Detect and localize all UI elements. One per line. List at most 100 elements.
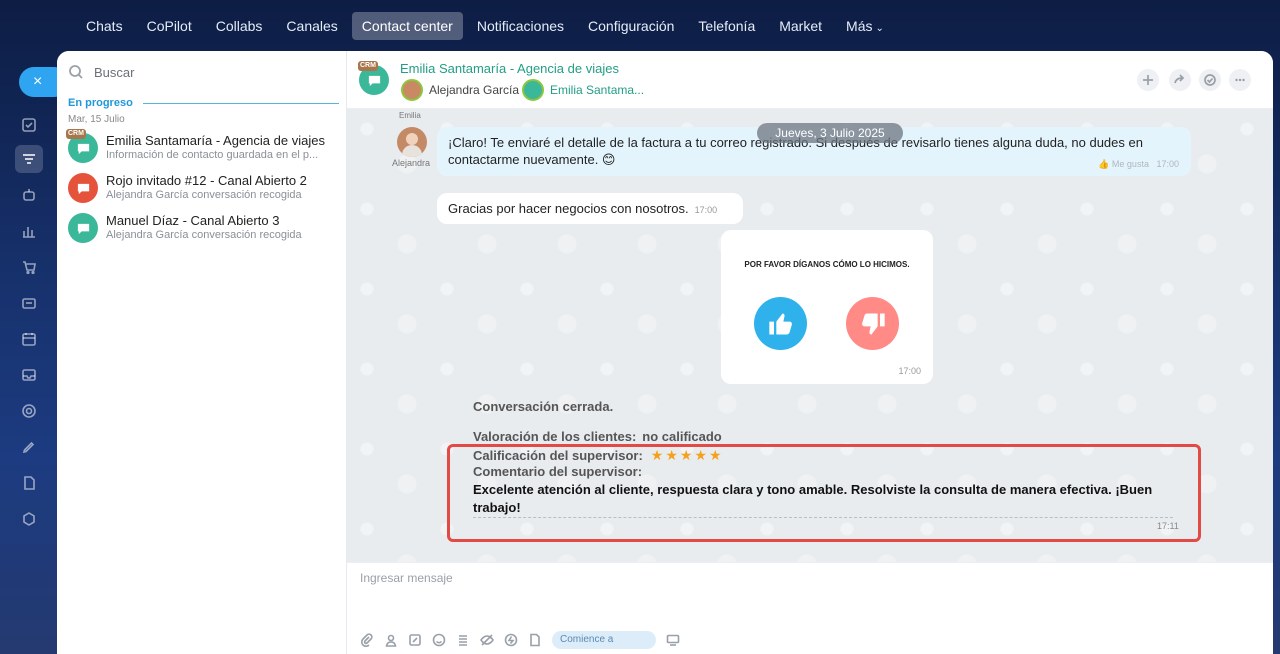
user-icon[interactable]: [384, 633, 398, 647]
search-bar: [68, 64, 314, 80]
conversation-closed-text: Conversación cerrada.: [473, 399, 614, 414]
message-time: 17:11: [1157, 521, 1179, 531]
nav-item-label: Telefonía: [698, 18, 756, 34]
section-date: Mar, 15 Julio: [68, 114, 125, 125]
message-input[interactable]: Ingresar mensaje: [360, 571, 453, 585]
nav-item-configuración[interactable]: Configuración: [578, 12, 684, 40]
tasks-icon[interactable]: [15, 111, 43, 139]
nav-item-label: Notificaciones: [476, 18, 565, 34]
thumbs-up-button[interactable]: [754, 297, 807, 350]
conversation-name: Emilia Santamaría - Agencia de viajes: [106, 133, 325, 148]
chat-bubble-icon: [368, 75, 380, 86]
date-divider: Jueves, 3 Julio 2025: [757, 123, 903, 143]
chat-bubble-icon: [77, 183, 89, 194]
conversation-preview: Alejandra García conversación recogida: [106, 229, 302, 241]
conversation-avatar: [68, 173, 98, 203]
conversation-preview: Alejandra García conversación recogida: [106, 189, 302, 201]
nav-item-label: Contact center: [361, 18, 453, 34]
nav-item-copilot[interactable]: CoPilot: [137, 12, 202, 40]
screen-icon[interactable]: [666, 633, 680, 647]
section-title: En progreso: [68, 97, 133, 109]
like-button[interactable]: 👍 Me gusta: [1098, 159, 1149, 169]
forward-button[interactable]: [1169, 69, 1191, 91]
chart-icon[interactable]: [15, 217, 43, 245]
attach-icon[interactable]: [360, 633, 374, 647]
chat-bubble-icon: [77, 223, 89, 234]
thumbs-down-button[interactable]: [846, 297, 899, 350]
robot-icon[interactable]: [15, 181, 43, 209]
file-icon[interactable]: [528, 633, 542, 647]
section-divider: [143, 103, 339, 104]
plus-icon: [1143, 75, 1153, 85]
supervisor-comment: Excelente atención al cliente, respuesta…: [473, 482, 1153, 515]
nav-item-label: Configuración: [588, 18, 675, 34]
document-icon[interactable]: [15, 469, 43, 497]
nav-item-canales[interactable]: Canales: [276, 12, 347, 40]
conversation-item[interactable]: CRM Emilia Santamaría - Agencia de viajes…: [66, 129, 343, 169]
forward-icon: [1174, 74, 1185, 84]
start-with-button[interactable]: Comience a: [552, 631, 656, 649]
more-button[interactable]: [1229, 69, 1251, 91]
cart-icon[interactable]: [15, 253, 43, 281]
conversation-name: Manuel Díaz - Canal Abierto 3: [106, 213, 280, 228]
lightning-icon[interactable]: [504, 633, 518, 647]
client-name-tag: Emilia: [399, 111, 421, 120]
supervisor-rating-stars: ★★★★★: [650, 447, 724, 463]
filter-icon[interactable]: [15, 145, 43, 173]
supervisor-comment-label: Comentario del supervisor:: [473, 464, 643, 479]
nav-item-label: Market: [779, 18, 823, 34]
search-input[interactable]: [94, 64, 314, 80]
message-time: 17:00: [694, 205, 718, 215]
thumbs-up-icon: [768, 313, 792, 334]
nav-item-collabs[interactable]: Collabs: [206, 12, 273, 40]
target-icon[interactable]: [15, 397, 43, 425]
edit-icon[interactable]: [408, 633, 422, 647]
nav-item-label: CoPilot: [146, 18, 192, 34]
finish-button[interactable]: [1199, 69, 1221, 91]
participant-agent-name[interactable]: Alejandra García: [429, 83, 519, 97]
pen-icon[interactable]: [15, 433, 43, 461]
participant-avatar-client[interactable]: [522, 79, 544, 101]
crm-badge: CRM: [358, 61, 378, 71]
nav-item-market[interactable]: Market: [769, 12, 832, 40]
chat-header: CRM Emilia Santamaría - Agencia de viaje…: [347, 51, 1273, 109]
template-icon[interactable]: [456, 633, 470, 647]
conversation-preview: Información de contacto guardada en el p…: [106, 149, 319, 161]
check-circle-icon: [1204, 74, 1216, 86]
nav-item-telefonía[interactable]: Telefonía: [688, 12, 765, 40]
left-icon-rail: ×: [0, 51, 69, 654]
card-icon[interactable]: [15, 289, 43, 317]
thumbs-down-icon: [861, 313, 885, 334]
cube-icon[interactable]: [15, 505, 43, 533]
main-panel: En progreso Mar, 15 Julio CRM Emilia Sant…: [57, 51, 1273, 654]
message-bubble-thanks[interactable]: Gracias por hacer negocios con nosotros.…: [437, 193, 743, 224]
composer-toolbar: Comience a: [360, 631, 680, 649]
nav-item-notificaciones[interactable]: Notificaciones: [467, 12, 574, 40]
conversation-item[interactable]: Rojo invitado #12 - Canal Abierto 2 Aleja…: [68, 171, 343, 209]
chat-title[interactable]: Emilia Santamaría - Agencia de viajes: [400, 61, 619, 76]
nav-item-chats[interactable]: Chats: [76, 12, 133, 40]
more-icon: [1235, 78, 1245, 82]
agent-avatar[interactable]: [397, 127, 427, 157]
nav-item-más[interactable]: Más ⌄: [836, 12, 894, 40]
participant-client-name[interactable]: Emilia Santama...: [550, 83, 644, 97]
add-user-button[interactable]: [1137, 69, 1159, 91]
nav-item-contact-center[interactable]: Contact center: [351, 12, 463, 40]
chat-messages[interactable]: Emilia Alejandra ¡Claro! Te enviaré el d…: [347, 109, 1273, 562]
emoji-icon[interactable]: [432, 633, 446, 647]
nav-item-label: Canales: [286, 18, 338, 34]
client-rating: Valoración de los clientes: no calificado: [473, 429, 722, 444]
nav-item-label: Collabs: [215, 18, 263, 34]
dashed-divider: [473, 517, 1173, 518]
nav-item-label: Chats: [86, 18, 123, 34]
client-rating-label: Valoración de los clientes:: [473, 429, 637, 444]
calendar-icon[interactable]: [15, 325, 43, 353]
top-navigation: Chats CoPilot Collabs Canales Contact center…: [0, 0, 1280, 51]
conversation-name: Rojo invitado #12 - Canal Abierto 2: [106, 173, 307, 188]
message-time: 17:00: [1156, 159, 1179, 169]
conversation-item[interactable]: Manuel Díaz - Canal Abierto 3 Alejandra G…: [68, 211, 343, 249]
participant-avatar-agent[interactable]: [401, 79, 423, 101]
hide-icon[interactable]: [480, 633, 494, 647]
nav-item-label: Más: [846, 18, 873, 34]
inbox-icon[interactable]: [15, 361, 43, 389]
